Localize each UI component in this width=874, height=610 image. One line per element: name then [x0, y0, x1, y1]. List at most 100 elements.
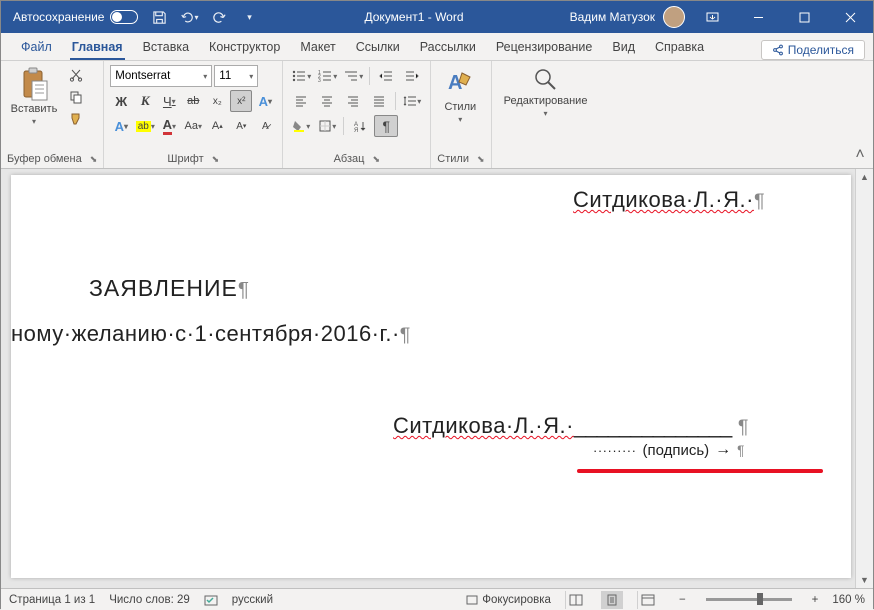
save-icon[interactable] [150, 8, 168, 26]
underline-button[interactable]: Ч ▾ [158, 90, 180, 112]
close-button[interactable] [827, 1, 873, 33]
tab-help[interactable]: Справка [645, 35, 714, 60]
paragraph-dialog-launcher[interactable]: ⬊ [372, 154, 380, 165]
status-bar: Страница 1 из 1 Число слов: 29 русский Ф… [1, 588, 873, 610]
window-title: Документ1 - Word [258, 10, 569, 24]
group-font: Montserrat▾ 11▾ Ж К Ч ▾ ab x₂ x² A▾ A▾ a… [104, 61, 283, 168]
editing-button[interactable]: Редактирование ▾ [498, 65, 594, 118]
show-marks-button[interactable]: ¶ [374, 115, 398, 137]
word-count-status[interactable]: Число слов: 29 [109, 594, 190, 606]
doc-name-bottom: Ситдикова·Л.·Я.·______________ ¶ [393, 413, 749, 439]
increase-indent-button[interactable] [400, 65, 424, 87]
ribbon-display-button[interactable] [689, 1, 735, 33]
print-layout-button[interactable] [601, 591, 623, 609]
read-mode-button[interactable] [565, 591, 587, 609]
align-center-button[interactable] [315, 90, 339, 112]
shading-button[interactable]: ▾ [289, 115, 313, 137]
leader-dots-icon: ········· [593, 443, 636, 458]
scroll-up-button[interactable]: ▲ [856, 169, 873, 185]
sort-button[interactable]: AЯ [348, 115, 372, 137]
zoom-thumb[interactable] [757, 593, 763, 605]
doc-name-top: Ситдикова·Л.·Я.·¶ [573, 187, 765, 213]
multilevel-button[interactable]: ▾ [341, 65, 365, 87]
justify-button[interactable] [367, 90, 391, 112]
group-styles-label: Стили [437, 153, 469, 165]
group-editing: Редактирование ▾ [492, 61, 600, 168]
qat-customize-icon[interactable]: ▾ [240, 8, 258, 26]
tab-arrow-icon: → [715, 441, 731, 459]
font-dialog-launcher[interactable]: ⬊ [212, 154, 220, 165]
minimize-button[interactable] [735, 1, 781, 33]
paste-button[interactable]: Вставить ▾ [7, 65, 61, 126]
tab-design[interactable]: Конструктор [199, 35, 290, 60]
tab-view[interactable]: Вид [602, 35, 645, 60]
group-font-label: Шрифт [167, 153, 203, 165]
bold-button[interactable]: Ж [110, 90, 132, 112]
vertical-scrollbar[interactable]: ▲ ▼ [855, 169, 873, 588]
format-painter-button[interactable] [65, 109, 87, 129]
font-size-select[interactable]: 11▾ [214, 65, 258, 87]
copy-button[interactable] [65, 87, 87, 107]
styles-dialog-launcher[interactable]: ⬊ [477, 154, 485, 165]
spell-check-status[interactable] [204, 593, 218, 607]
zoom-level[interactable]: 160 % [832, 594, 865, 606]
group-styles: A Стили ▾ Стили ⬊ [431, 61, 491, 168]
toggle-switch-icon[interactable] [110, 10, 138, 24]
scroll-down-button[interactable]: ▼ [856, 572, 873, 588]
zoom-slider[interactable] [706, 598, 792, 601]
clear-formatting-button[interactable]: A̷ [254, 115, 276, 137]
text-effects-button[interactable]: A▾ [254, 90, 276, 112]
share-button[interactable]: Поделиться [761, 40, 865, 60]
svg-text:Я: Я [354, 128, 358, 133]
zoom-in-button[interactable]: + [812, 594, 819, 606]
group-paragraph-label: Абзац [334, 153, 365, 165]
italic-button[interactable]: К [134, 90, 156, 112]
styles-button[interactable]: A Стили ▾ [437, 65, 483, 124]
maximize-button[interactable] [781, 1, 827, 33]
document-area: Ситдикова·Л.·Я.·¶ ЗАЯВЛЕНИЕ¶ ному·желани… [1, 169, 873, 588]
align-left-button[interactable] [289, 90, 313, 112]
tab-home[interactable]: Главная [62, 35, 133, 60]
language-status[interactable]: русский [232, 594, 273, 606]
focus-mode-button[interactable]: Фокусировка [466, 594, 551, 606]
collapse-ribbon-button[interactable]: ˄ [847, 61, 873, 168]
clipboard-dialog-launcher[interactable]: ⬊ [90, 154, 98, 165]
change-case-button[interactable]: Aa▾ [182, 115, 204, 137]
group-paragraph: ▾ 123▾ ▾ ▾ ▾ ▾ [283, 61, 431, 168]
page-number-status[interactable]: Страница 1 из 1 [9, 594, 95, 606]
document-page[interactable]: Ситдикова·Л.·Я.·¶ ЗАЯВЛЕНИЕ¶ ному·желани… [11, 175, 851, 578]
autosave-toggle[interactable]: Автосохранение [13, 10, 138, 24]
redo-icon[interactable] [210, 8, 228, 26]
cut-button[interactable] [65, 65, 87, 85]
tab-review[interactable]: Рецензирование [486, 35, 603, 60]
doc-signature-label: ········· (подпись) → ¶ [593, 441, 744, 459]
zoom-out-button[interactable]: − [679, 594, 686, 606]
subscript-button[interactable]: x₂ [206, 90, 228, 112]
title-bar: Автосохранение ▾ ▾ Документ1 - Word Вади… [1, 1, 873, 33]
shrink-font-button[interactable]: A▾ [230, 115, 252, 137]
numbering-button[interactable]: 123▾ [315, 65, 339, 87]
strikethrough-button[interactable]: ab [182, 90, 204, 112]
grow-font-button[interactable]: A▴ [206, 115, 228, 137]
tab-insert[interactable]: Вставка [133, 35, 199, 60]
line-spacing-button[interactable]: ▾ [400, 90, 424, 112]
doc-heading: ЗАЯВЛЕНИЕ¶ [89, 275, 250, 302]
bullets-button[interactable]: ▾ [289, 65, 313, 87]
tab-file[interactable]: Файл [11, 35, 62, 60]
tab-layout[interactable]: Макет [290, 35, 345, 60]
tab-mailings[interactable]: Рассылки [410, 35, 486, 60]
superscript-button[interactable]: x² [230, 90, 252, 112]
web-layout-button[interactable] [637, 591, 659, 609]
annotation-underline [577, 469, 823, 473]
decrease-indent-button[interactable] [374, 65, 398, 87]
borders-button[interactable]: ▾ [315, 115, 339, 137]
highlight-button[interactable]: ab▾ [134, 115, 156, 137]
undo-icon[interactable]: ▾ [180, 8, 198, 26]
tab-references[interactable]: Ссылки [346, 35, 410, 60]
group-clipboard-label: Буфер обмена [7, 153, 82, 165]
font-color2-button[interactable]: A▾ [110, 115, 132, 137]
font-color-button[interactable]: A▾ [158, 115, 180, 137]
font-name-select[interactable]: Montserrat▾ [110, 65, 212, 87]
align-right-button[interactable] [341, 90, 365, 112]
user-account[interactable]: Вадим Матузок [570, 6, 689, 28]
